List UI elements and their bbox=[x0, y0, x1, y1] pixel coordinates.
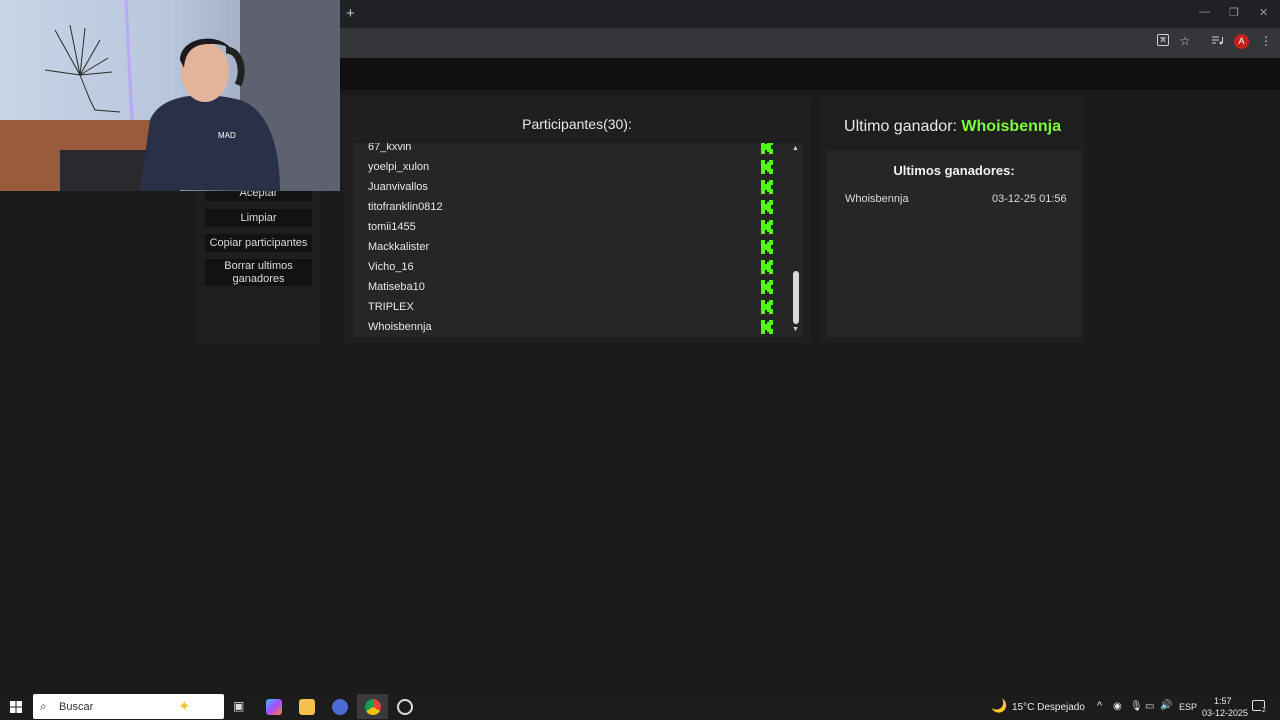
copy-participants-button[interactable]: Copiar participantes bbox=[205, 234, 312, 252]
participants-list[interactable]: 67_kxvin yoelpi_xulon Juanvivallos titofran… bbox=[353, 143, 803, 337]
kick-icon bbox=[761, 143, 773, 154]
kick-icon bbox=[761, 320, 773, 334]
kick-icon bbox=[761, 240, 773, 254]
weather-moon-icon: 🌙 bbox=[991, 698, 1008, 713]
participant-name: yoelpi_xulon bbox=[368, 161, 430, 173]
clock-time[interactable]: 1:57 bbox=[1214, 696, 1232, 706]
delete-winners-button[interactable]: Borrar ultimos ganadores bbox=[205, 259, 312, 286]
taskbar-search-placeholder: Buscar bbox=[59, 701, 94, 713]
participant-name: Juanvivallos bbox=[368, 181, 428, 193]
chrome-icon[interactable] bbox=[365, 699, 381, 715]
profile-avatar[interactable]: A bbox=[1234, 34, 1249, 49]
participant-name: TRIPLEX bbox=[368, 301, 414, 313]
clock-date[interactable]: 03-12-2025 bbox=[1202, 708, 1248, 718]
close-window-button[interactable]: ✕ bbox=[1259, 6, 1268, 19]
file-explorer-icon[interactable] bbox=[299, 699, 315, 715]
microphone-tray-icon[interactable]: 🎙 bbox=[1130, 701, 1143, 712]
last-winner-label: Ultimo ganador: bbox=[844, 118, 957, 135]
language-indicator[interactable]: ESP bbox=[1179, 702, 1197, 712]
kick-icon bbox=[761, 180, 773, 194]
copilot-sparkle-icon[interactable]: ✦ bbox=[178, 697, 191, 715]
obs-icon[interactable] bbox=[397, 699, 413, 715]
participant-name: Mackkalister bbox=[368, 241, 430, 253]
kick-icon bbox=[761, 220, 773, 234]
scrollbar-thumb[interactable] bbox=[793, 271, 799, 324]
camera-tray-icon[interactable]: ◉ bbox=[1113, 701, 1122, 712]
svg-text:MAD: MAD bbox=[218, 131, 236, 140]
minimize-button[interactable]: — bbox=[1199, 6, 1210, 18]
kick-icon bbox=[761, 200, 773, 214]
scroll-down-arrow-icon[interactable]: ▼ bbox=[792, 326, 799, 333]
participant-name: 67_kxvin bbox=[368, 143, 412, 153]
notification-count: 2 bbox=[1261, 707, 1267, 714]
search-icon: ⌕ bbox=[40, 699, 47, 713]
chrome-profile-icon[interactable] bbox=[332, 699, 348, 715]
network-tray-icon[interactable]: ▭ bbox=[1145, 701, 1154, 712]
webcam-overlay: MAD bbox=[0, 0, 340, 191]
bookmark-star-icon[interactable]: ☆ bbox=[1177, 34, 1193, 48]
recent-winner-name: Whoisbennja bbox=[845, 193, 909, 205]
translate-icon[interactable] bbox=[1155, 34, 1171, 49]
recent-winners-title: Ultimos ganadores: bbox=[893, 163, 1015, 178]
kick-icon bbox=[761, 280, 773, 294]
scroll-up-arrow-icon[interactable]: ▲ bbox=[792, 145, 799, 152]
media-control-icon[interactable] bbox=[1209, 34, 1225, 49]
weather-text[interactable]: 15°C Despejado bbox=[1012, 702, 1085, 713]
participants-title: Participantes(30): bbox=[522, 116, 632, 132]
new-tab-button[interactable]: + bbox=[346, 5, 355, 22]
restore-button[interactable]: ❐ bbox=[1229, 6, 1239, 19]
last-winner-heading: Ultimo ganador: Whoisbennja bbox=[819, 118, 1086, 136]
kick-icon bbox=[761, 260, 773, 274]
participant-name: tomii1455 bbox=[368, 221, 416, 233]
last-winner-name: Whoisbennja bbox=[961, 118, 1061, 135]
menu-kebab-icon[interactable]: ⋮ bbox=[1258, 34, 1274, 48]
task-view-icon[interactable]: ▣ bbox=[233, 699, 244, 713]
kick-icon bbox=[761, 160, 773, 174]
clear-button[interactable]: Limpiar bbox=[205, 209, 312, 227]
participant-name: Matiseba10 bbox=[368, 281, 425, 293]
copilot-app-icon[interactable] bbox=[266, 699, 282, 715]
recent-winner-date: 03-12-25 01:56 bbox=[992, 193, 1067, 205]
kick-icon bbox=[761, 300, 773, 314]
participant-name: titofranklin0812 bbox=[368, 201, 443, 213]
recent-winners-box bbox=[826, 150, 1082, 337]
participant-name: Whoisbennja bbox=[368, 321, 432, 333]
windows-start-icon[interactable] bbox=[10, 700, 22, 718]
participant-name: Vicho_16 bbox=[368, 261, 414, 273]
volume-tray-icon[interactable]: 🔊 bbox=[1160, 700, 1172, 711]
tray-overflow-icon[interactable]: ^ bbox=[1097, 700, 1102, 712]
